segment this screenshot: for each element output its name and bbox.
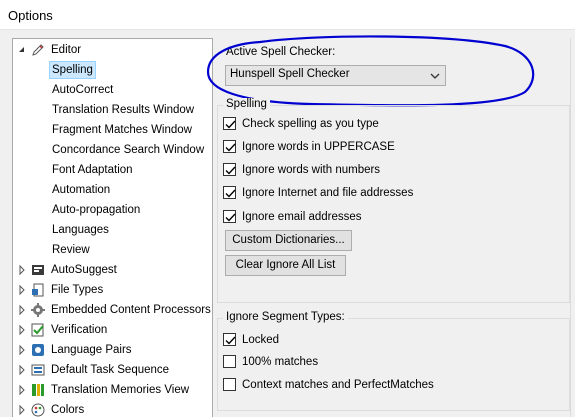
tree-item-language-pairs[interactable]: Language Pairs [15,341,210,359]
tree-item-file-types[interactable]: File Types [15,281,210,299]
checkbox-box[interactable] [223,163,236,176]
checkbox-box[interactable] [223,140,236,153]
spell-checker-select[interactable]: Hunspell Spell Checker [225,65,446,86]
tree-item-label: Embedded Content Processors [51,304,211,316]
checkbox-box[interactable] [223,333,236,346]
expand-icon[interactable] [17,321,27,339]
tree-item-label: Language Pairs [51,344,132,356]
translation-memories-icon [31,383,45,397]
tree-item-autosuggest[interactable]: AutoSuggest [15,261,210,279]
language-pairs-icon [31,343,45,357]
checkbox-box[interactable] [223,117,236,130]
tree-item-colors[interactable]: Colors [15,401,210,417]
active-spell-checker-label: Active Spell Checker: [226,46,336,58]
palette-icon [31,403,45,417]
tree-item-editor[interactable]: Editor [15,41,210,59]
window-title: Options [8,8,53,23]
custom-dictionaries-button[interactable]: Custom Dictionaries... [225,230,352,251]
checkbox-box[interactable] [223,378,236,391]
checkbox-label: Ignore words in UPPERCASE [242,141,395,153]
checkbox-box[interactable] [223,210,236,223]
tree-item-label: AutoSuggest [51,264,117,276]
pencil-icon [31,43,45,57]
title-bar: Options [0,0,575,30]
checkbox-label: Ignore email addresses [242,211,362,223]
tree-item-label: Editor [51,44,82,56]
task-sequence-icon [31,363,45,377]
tree-item-label: Colors [51,404,85,416]
checkbox-label: Ignore Internet and file addresses [242,187,414,199]
spelling-group-title: Spelling [223,98,270,110]
autosuggest-icon [31,263,45,277]
tree-item-label: Translation Results Window [52,104,195,116]
tree-item-label: Verification [51,324,108,336]
checkbox-label: Context matches and PerfectMatches [242,379,434,391]
checkbox-label: Locked [242,334,280,346]
panel-divider [570,38,571,417]
verification-icon [31,323,45,337]
tree-item-label: Spelling [49,61,96,79]
expand-icon[interactable] [17,361,27,379]
checkbox-label: 100% matches [242,356,319,368]
tree-item-embedded-content-processors[interactable]: Embedded Content Processors [15,301,211,319]
tree-item-label: Font Adaptation [52,164,133,176]
expand-icon[interactable] [17,281,27,299]
tree-item-label: Default Task Sequence [51,364,170,376]
tree-item-label: AutoCorrect [52,84,114,96]
file-types-icon [31,283,45,297]
checkbox-box[interactable] [223,355,236,368]
spell-checker-value: Hunspell Spell Checker [230,68,350,80]
chevron-down-icon [430,70,440,80]
tree-item-label: Review [52,244,90,256]
checkbox-label: Ignore words with numbers [242,164,381,176]
clear-ignore-all-list-button[interactable]: Clear Ignore All List [225,255,346,276]
tree-item-label: Automation [52,184,111,196]
tree-item-verification[interactable]: Verification [15,321,210,339]
expand-icon[interactable] [17,261,27,279]
options-tree[interactable]: Editor Spelling AutoCorrect Translation … [12,38,213,417]
ignore-segment-types-title: Ignore Segment Types: [223,311,348,323]
tree-item-default-task-sequence[interactable]: Default Task Sequence [15,361,210,379]
expand-icon[interactable] [17,301,27,319]
tree-item-label: File Types [51,284,104,296]
expand-icon[interactable] [17,381,27,399]
tree-item-label: Auto-propagation [52,204,141,216]
tree-item-translation-memories-view[interactable]: Translation Memories View [15,381,210,399]
expand-icon[interactable] [17,341,27,359]
tree-item-label: Translation Memories View [51,384,190,396]
checkbox-label: Check spelling as you type [242,118,379,130]
tree-item-label: Fragment Matches Window [52,124,192,136]
tree-item-label: Languages [52,224,109,236]
collapse-icon[interactable] [17,41,27,59]
expand-icon[interactable] [17,401,27,417]
gear-icon [31,303,45,317]
tree-item-label: Concordance Search Window [52,144,205,156]
checkbox-box[interactable] [223,186,236,199]
